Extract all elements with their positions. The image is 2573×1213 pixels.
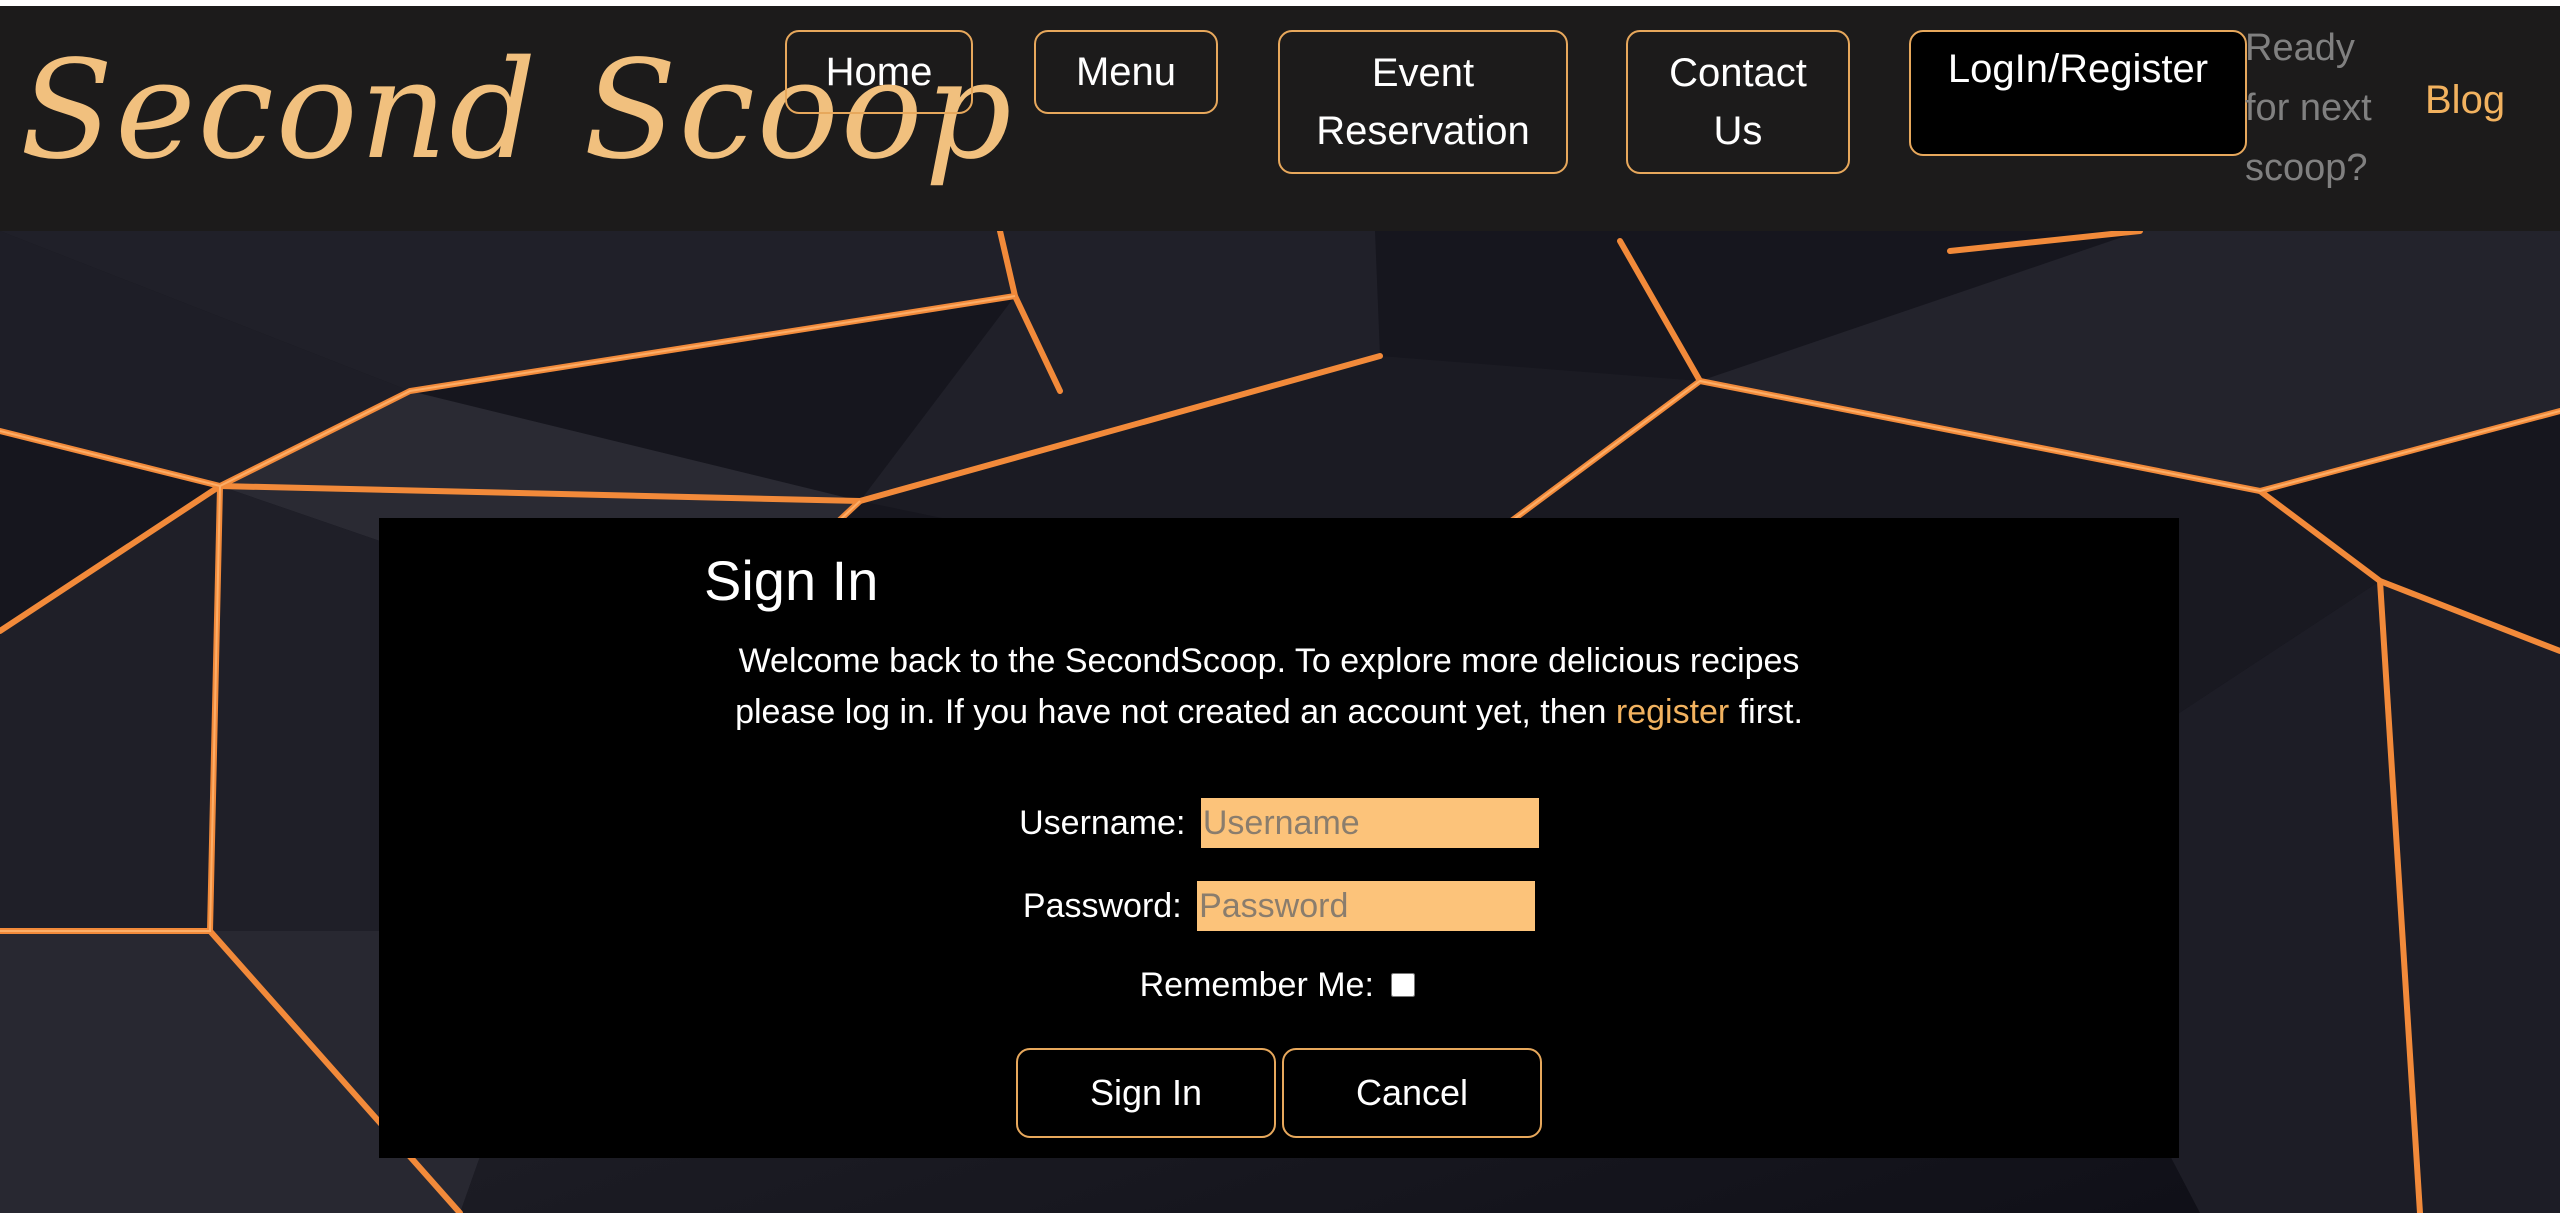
remember-checkbox[interactable] bbox=[1391, 973, 1416, 998]
signin-title: Sign In bbox=[704, 549, 879, 612]
nav-login-register-button[interactable]: LogIn/Register bbox=[1909, 30, 2247, 156]
window-right-edge bbox=[2560, 0, 2573, 1213]
intro-text-end: first. bbox=[1729, 693, 1803, 731]
nav-menu-button[interactable]: Menu bbox=[1034, 30, 1218, 114]
nav-menu-label: Menu bbox=[1075, 50, 1177, 94]
nav-blog-link[interactable]: Blog bbox=[2425, 78, 2505, 123]
password-input[interactable] bbox=[1197, 881, 1536, 931]
nav-event-reservation-button[interactable]: Event Reservation bbox=[1278, 30, 1568, 174]
cancel-button-label: Cancel bbox=[1355, 1072, 1469, 1113]
nav-home-button[interactable]: Home bbox=[785, 30, 973, 114]
remember-label: Remember Me: bbox=[1139, 965, 1374, 1004]
signin-intro: Welcome back to the SecondScoop. To expl… bbox=[684, 636, 1854, 738]
hero-background: Sign In Welcome back to the SecondScoop.… bbox=[0, 231, 2560, 1213]
register-link[interactable]: register bbox=[1616, 693, 1729, 731]
nav-contact-button[interactable]: Contact Us bbox=[1626, 30, 1850, 174]
signin-panel: Sign In Welcome back to the SecondScoop.… bbox=[379, 518, 2179, 1158]
password-label: Password: bbox=[1022, 886, 1182, 925]
username-input[interactable] bbox=[1200, 798, 1539, 848]
navbar: Second Scoop Home Menu Event Reservation… bbox=[0, 6, 2560, 231]
password-row: Password: bbox=[379, 881, 2179, 931]
nav-contact-label: Contact Us bbox=[1669, 51, 1807, 153]
tagline: Ready for next scoop? bbox=[2245, 27, 2372, 189]
nav-home-label: Home bbox=[825, 50, 933, 94]
remember-row: Remember Me: bbox=[379, 964, 2179, 1005]
username-row: Username: bbox=[379, 798, 2179, 848]
signin-button[interactable]: Sign In bbox=[1016, 1048, 1276, 1138]
username-label: Username: bbox=[1019, 803, 1186, 842]
nav-login-register-label: LogIn/Register bbox=[1947, 47, 2209, 91]
signin-button-label: Sign In bbox=[1089, 1072, 1203, 1113]
nav-event-reservation-label: Event Reservation bbox=[1316, 51, 1530, 153]
cancel-button[interactable]: Cancel bbox=[1282, 1048, 1542, 1138]
